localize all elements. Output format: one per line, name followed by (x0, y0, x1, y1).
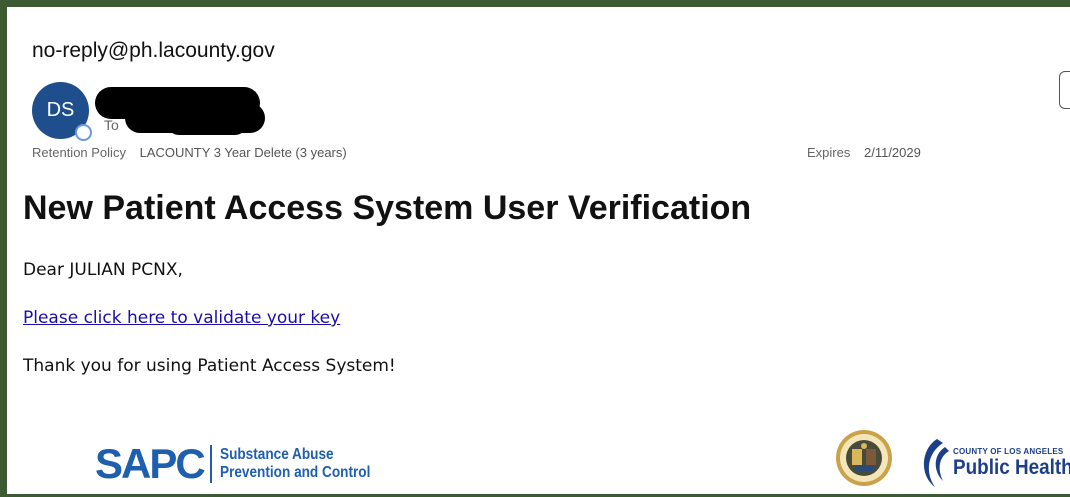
sapc-tagline-line1: Substance Abuse (219, 446, 334, 463)
public-health-county-label: COUNTY OF LOS ANGELES (953, 446, 1064, 456)
retention-policy: Retention Policy LACOUNTY 3 Year Delete … (32, 145, 347, 160)
email-subject-heading: New Patient Access System User Verificat… (23, 189, 752, 227)
retention-value: LACOUNTY 3 Year Delete (3 years) (139, 145, 347, 160)
more-actions-button[interactable] (1059, 71, 1070, 109)
validate-key-link[interactable]: Please click here to validate your key (23, 308, 340, 328)
redaction-mark (167, 111, 247, 135)
public-health-wordmark: COUNTY OF LOS ANGELES Public Health (953, 447, 1070, 480)
avatar-initials: DS (46, 99, 75, 121)
sapc-logo-divider (209, 445, 212, 483)
retention-label: Retention Policy (32, 145, 126, 160)
expires-label: Expires (807, 145, 851, 160)
sapc-logo: SAPC Substance Abuse Prevention and Cont… (95, 439, 397, 489)
closing-text: Thank you for using Patient Access Syste… (23, 356, 396, 376)
public-health-swoosh-icon (923, 439, 949, 487)
recipient-to-label: To (104, 117, 119, 133)
expires-value: 2/11/2029 (863, 145, 921, 160)
presence-status-icon (75, 124, 92, 141)
sapc-logo-mark: SAPC (95, 440, 206, 487)
sapc-logo-tagline: Substance Abuse Prevention and Control (220, 446, 370, 482)
public-health-logo: COUNTY OF LOS ANGELES Public Health (915, 437, 1070, 489)
email-reading-pane: no-reply@ph.lacounty.gov DS To Retention… (0, 0, 1070, 497)
expiration-info: Expires 2/11/2029 (807, 145, 921, 160)
sender-address[interactable]: no-reply@ph.lacounty.gov (32, 39, 275, 63)
sapc-tagline-line2: Prevention and Control (219, 464, 371, 481)
public-health-title: Public Health (953, 455, 1070, 479)
greeting-text: Dear JULIAN PCNX, (23, 260, 183, 280)
county-seal-icon (836, 430, 892, 486)
